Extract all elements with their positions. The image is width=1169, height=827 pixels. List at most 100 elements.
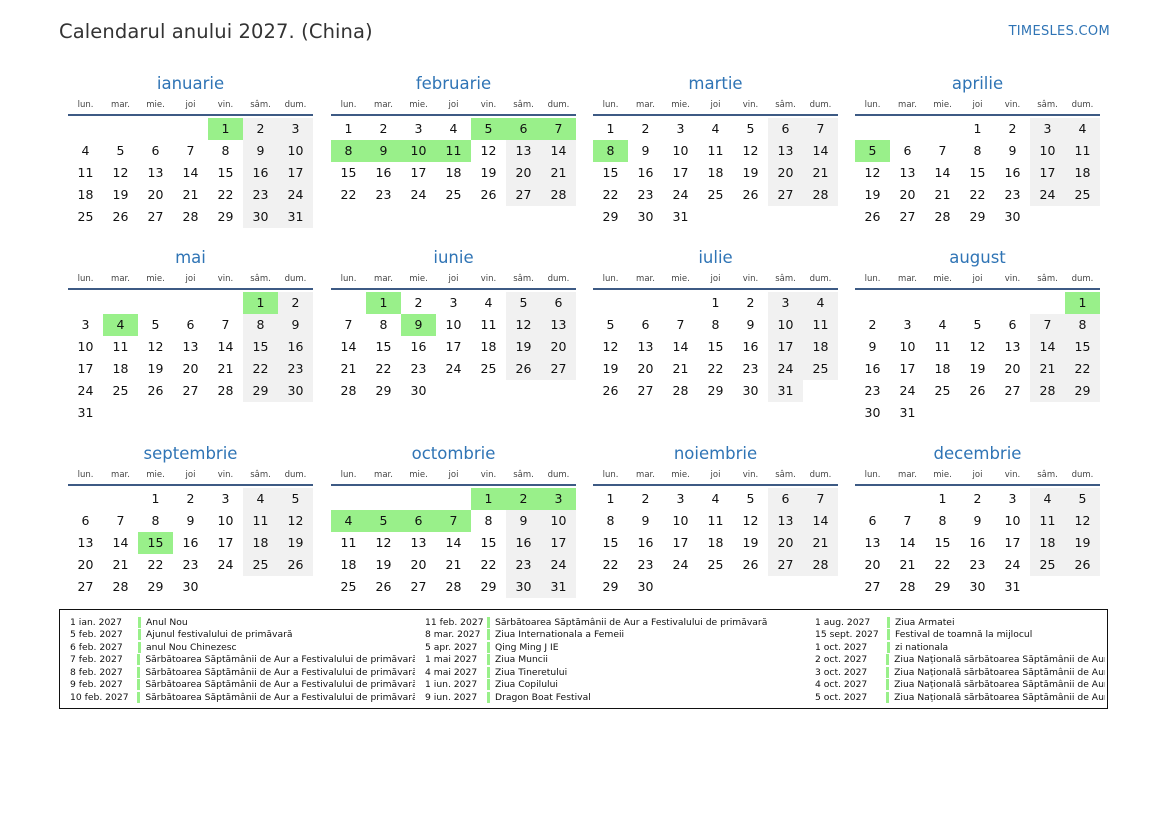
week-row: 24 25 26 27 28 29 30 bbox=[68, 380, 313, 402]
day-cell: 17 bbox=[672, 165, 689, 180]
weekday-label: lun. bbox=[77, 100, 94, 110]
legend-name: Ajunul festivalului de primăvară bbox=[146, 629, 293, 641]
day-cell: 23 bbox=[969, 557, 986, 572]
day-cell: 23 bbox=[278, 358, 313, 380]
day-cell: 17 bbox=[768, 336, 803, 358]
day-cell: 7 bbox=[186, 143, 195, 158]
day-cell: 6 bbox=[768, 488, 803, 510]
day-cell: 14 bbox=[803, 140, 838, 162]
day-cell: 6 bbox=[641, 317, 650, 332]
day-cell: 1 bbox=[938, 491, 947, 506]
brand-link[interactable]: TIMESLES.COM bbox=[1009, 24, 1110, 39]
day-cell: 12 bbox=[480, 143, 497, 158]
day-cell: 11 bbox=[707, 143, 724, 158]
day-cell: 20 bbox=[1004, 361, 1021, 376]
day-cell: 16 bbox=[182, 535, 199, 550]
day-cell: 22 bbox=[147, 557, 164, 572]
week-row: 25 26 27 28 29 30 31 bbox=[331, 576, 576, 598]
day-cell: 30 bbox=[637, 209, 654, 224]
day-cell: 9 bbox=[401, 314, 436, 336]
day-cell: 4 bbox=[938, 317, 947, 332]
day-cell: 25 bbox=[934, 383, 951, 398]
day-cell: 16 bbox=[410, 339, 427, 354]
day-cell: 4 bbox=[1030, 488, 1065, 510]
day-cell: 11 bbox=[340, 535, 357, 550]
legend-name: Ziua Națională sărbătoarea Săptămânii de… bbox=[894, 654, 1105, 666]
week-row: 20 21 22 23 24 25 26 bbox=[68, 554, 313, 576]
empty-cell bbox=[138, 118, 173, 140]
legend-date: 6 feb. 2027 bbox=[70, 641, 123, 653]
weekday-label: joi bbox=[185, 100, 196, 110]
weekday-label: dum. bbox=[284, 470, 307, 480]
weekday-label: vin. bbox=[1004, 274, 1021, 284]
weekday-label: mar. bbox=[636, 100, 655, 110]
weekday-label: dum. bbox=[809, 274, 832, 284]
day-cell: 25 bbox=[707, 557, 724, 572]
empty-cell bbox=[208, 402, 243, 424]
month-name: noiembrie bbox=[673, 444, 758, 463]
holiday-marker bbox=[487, 666, 490, 678]
day-cell: 8 bbox=[711, 317, 720, 332]
day-cell: 6 bbox=[903, 143, 912, 158]
day-cell: 30 bbox=[506, 576, 541, 598]
day-cell: 24 bbox=[1004, 557, 1021, 572]
day-cell: 16 bbox=[375, 165, 392, 180]
week-row: 26 27 28 29 30 bbox=[855, 206, 1100, 228]
day-cell: 14 bbox=[541, 140, 576, 162]
day-cell: 3 bbox=[1030, 118, 1065, 140]
day-cell: 17 bbox=[217, 535, 234, 550]
empty-cell bbox=[768, 206, 803, 228]
day-cell: 5 bbox=[366, 510, 401, 532]
day-cell: 7 bbox=[436, 510, 471, 532]
day-cell: 8 bbox=[331, 140, 366, 162]
holiday-marker bbox=[137, 666, 141, 678]
day-cell: 2 bbox=[1008, 121, 1017, 136]
day-cell: 15 bbox=[969, 165, 986, 180]
week-row: 1 234 bbox=[593, 292, 838, 314]
holiday-marker bbox=[886, 691, 890, 703]
legend-date: 1 ian. 2027 bbox=[70, 616, 122, 628]
month-name: octombrie bbox=[411, 444, 496, 463]
day-cell: 30 bbox=[410, 383, 427, 398]
weekday-label: dum. bbox=[547, 470, 570, 480]
week-row: 22 23 24 25 26 27 28 bbox=[331, 184, 576, 206]
day-cell: 28 bbox=[1030, 380, 1065, 402]
day-cell: 13 bbox=[541, 314, 576, 336]
day-cell: 25 bbox=[445, 187, 462, 202]
empty-cell bbox=[243, 402, 278, 424]
weekday-label: lun. bbox=[864, 274, 881, 284]
weekday-label: joi bbox=[710, 274, 721, 284]
legend-date: 5 oct. 2027 bbox=[815, 691, 868, 703]
week-row: 1 2 3 4 567 bbox=[593, 118, 838, 140]
legend-date: 9 feb. 2027 bbox=[70, 679, 123, 691]
day-cell: 26 bbox=[112, 209, 129, 224]
day-cell: 28 bbox=[182, 209, 199, 224]
day-cell: 7 bbox=[938, 143, 947, 158]
holiday-marker bbox=[138, 629, 141, 641]
empty-cell bbox=[890, 292, 925, 314]
legend-item: 4 oct. 2027 Ziua Națională sărbătoarea Să… bbox=[805, 679, 1105, 692]
weekday-label: vin. bbox=[742, 100, 759, 110]
day-cell: 16 bbox=[864, 361, 881, 376]
weekday-label: mar. bbox=[111, 100, 130, 110]
empty-cell bbox=[925, 292, 960, 314]
empty-cell bbox=[1065, 206, 1100, 228]
day-cell: 17 bbox=[77, 361, 94, 376]
weekday-label: lun. bbox=[602, 470, 619, 480]
weekday-label: mie. bbox=[933, 470, 952, 480]
day-cell: 4 bbox=[711, 121, 720, 136]
day-cell: 18 bbox=[1065, 162, 1100, 184]
day-cell: 7 bbox=[803, 488, 838, 510]
day-cell: 30 bbox=[742, 383, 759, 398]
day-cell: 17 bbox=[410, 165, 427, 180]
holiday-marker bbox=[886, 666, 890, 678]
day-cell: 8 bbox=[606, 513, 615, 528]
day-cell: 2 bbox=[973, 491, 982, 506]
empty-cell bbox=[1030, 206, 1065, 228]
weekday-label: lun. bbox=[77, 470, 94, 480]
week-row: 123 bbox=[68, 118, 313, 140]
empty-cell bbox=[173, 118, 208, 140]
empty-cell bbox=[331, 488, 366, 510]
legend-name: Dragon Boat Festival bbox=[495, 691, 591, 703]
day-cell: 18 bbox=[340, 557, 357, 572]
